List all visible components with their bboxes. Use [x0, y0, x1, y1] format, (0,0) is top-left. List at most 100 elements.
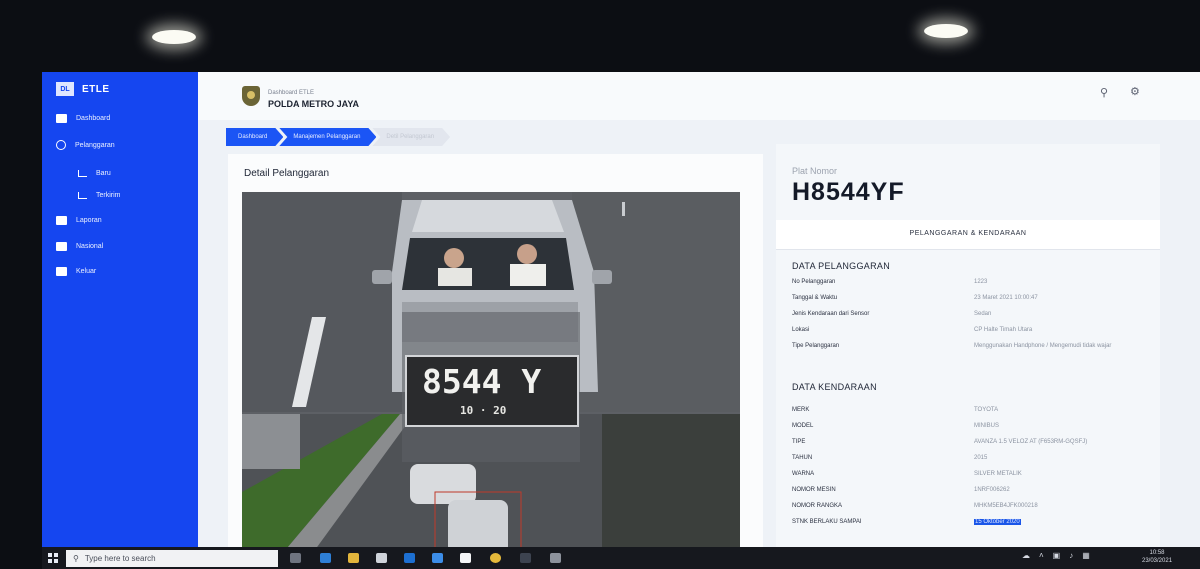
- sidebar-brand[interactable]: DL ETLE: [56, 82, 110, 96]
- row-key: MERK: [792, 407, 810, 413]
- sidebar-item-label: Baru: [96, 170, 111, 177]
- row-key: TAHUN: [792, 455, 813, 461]
- row-key: TIPE: [792, 439, 806, 445]
- tab-label: PELANGGARAN & KENDARAAN: [909, 230, 1027, 237]
- row-key: WARNA: [792, 471, 815, 477]
- row-value: 23 Maret 2021 10:00:47: [974, 295, 1038, 301]
- windows-taskbar: ⚲ Type here to search ☁ ˄ ▣ ♪ ▦ 10:58 23…: [42, 547, 1200, 569]
- logout-icon: [56, 267, 67, 276]
- plate-crop-small-text: 10 · 20: [460, 404, 507, 417]
- tree-icon: [78, 170, 87, 177]
- info-card: Plat Nomor H8544YF PELANGGARAN & KENDARA…: [776, 144, 1160, 552]
- taskbar-search-placeholder: Type here to search: [84, 554, 156, 563]
- row-value: Menggunakan Handphone / Mengemudi tidak …: [974, 343, 1112, 349]
- app-icon[interactable]: [520, 553, 531, 563]
- search-icon[interactable]: ⚲: [1100, 86, 1108, 99]
- settings-icon[interactable]: ⚙: [1130, 85, 1140, 98]
- sidebar-item-nasional[interactable]: Nasional: [56, 242, 103, 251]
- row-key: Tanggal & Waktu: [792, 295, 838, 301]
- sidebar-item-dashboard[interactable]: Dashboard: [56, 114, 110, 123]
- sidebar-item-label: Terkirim: [96, 192, 121, 199]
- sidebar-item-label: Dashboard: [76, 115, 111, 122]
- row-key: STNK BERLAKU SAMPAI: [792, 519, 862, 525]
- settings-icon[interactable]: [550, 553, 561, 563]
- violation-photo: 8544 Y 10 · 20: [242, 192, 740, 552]
- row-value: MINIBUS: [974, 423, 1000, 429]
- language-icon[interactable]: ▦: [1082, 551, 1090, 560]
- police-emblem-icon: [242, 86, 260, 106]
- system-tray: ☁ ˄ ▣ ♪ ▦: [1022, 551, 1090, 560]
- report-icon: [56, 216, 67, 225]
- row-value: 15 Oktober 2020: [974, 518, 1164, 526]
- header-subtitle: Dashboard ETLE: [268, 90, 315, 96]
- breadcrumb-dashboard[interactable]: Dashboard: [226, 128, 283, 146]
- row-value: AVANZA 1.5 VELOZ AT (F653RM-GQSFJ): [974, 439, 1088, 445]
- app-icon[interactable]: [460, 553, 471, 563]
- clock-date: 23/03/2021: [1142, 558, 1173, 564]
- detail-card: Detail Pelanggaran 8544 Y 10 · 20: [228, 154, 763, 552]
- sidebar-item-pelanggaran[interactable]: Pelanggaran: [56, 140, 115, 150]
- chrome-icon[interactable]: [490, 553, 501, 563]
- section-title-kendaraan: DATA KENDARAAN: [792, 382, 877, 392]
- ceiling-light: [152, 30, 196, 44]
- sidebar-item-keluar[interactable]: Keluar: [56, 267, 96, 276]
- row-value: MHKM5EB4JFK000218: [974, 503, 1038, 509]
- room-photo: DL ETLE Dashboard Pelanggaran Baru Terki…: [0, 0, 1200, 569]
- row-value: TOYOTA: [974, 407, 999, 413]
- row-key: Tipe Pelanggaran: [792, 343, 840, 349]
- tab-pelanggaran-kendaraan[interactable]: PELANGGARAN & KENDARAAN: [776, 220, 1160, 250]
- mail-icon[interactable]: [404, 553, 415, 563]
- sidebar-item-baru[interactable]: Baru: [78, 170, 111, 177]
- taskbar-search[interactable]: ⚲ Type here to search: [66, 550, 278, 567]
- plate-crop-text: 8544 Y: [422, 362, 542, 401]
- chevron-up-icon[interactable]: ˄: [1039, 551, 1044, 560]
- weather-icon[interactable]: ☁: [1022, 551, 1030, 560]
- row-key: NOMOR MESIN: [792, 487, 836, 493]
- row-key: Jenis Kendaraan dari Sensor: [792, 311, 870, 317]
- dropbox-icon[interactable]: [432, 553, 443, 563]
- sidebar-item-label: Keluar: [76, 268, 97, 275]
- detail-title: Detail Pelanggaran: [244, 168, 330, 179]
- row-key: No Pelanggaran: [792, 279, 836, 285]
- tree-icon: [78, 192, 87, 199]
- flag-icon: [56, 242, 67, 251]
- windows-start-icon[interactable]: [48, 553, 58, 563]
- sidebar: DL ETLE Dashboard Pelanggaran Baru Terki…: [42, 72, 198, 552]
- store-icon[interactable]: [376, 553, 387, 563]
- sidebar-item-label: Nasional: [76, 243, 104, 250]
- selected-text: 15 Oktober 2020: [974, 519, 1021, 525]
- row-value: 1223: [974, 279, 988, 285]
- plate-label: Plat Nomor: [792, 166, 838, 176]
- row-value: 2015: [974, 455, 988, 461]
- sidebar-item-label: Pelanggaran: [75, 141, 115, 149]
- task-view-icon[interactable]: [290, 553, 301, 563]
- row-value: SILVER METALIK: [974, 471, 1022, 477]
- top-header: Dashboard ETLE POLDA METRO JAYA ⚲ ⚙: [198, 72, 1200, 120]
- row-key: MODEL: [792, 423, 814, 429]
- row-key: Lokasi: [792, 327, 810, 333]
- clock[interactable]: 10:58 23/03/2021: [1142, 549, 1172, 565]
- app-name: ETLE: [82, 83, 110, 95]
- sidebar-item-laporan[interactable]: Laporan: [56, 216, 102, 225]
- breadcrumb-detail: Detil Pelanggaran: [372, 128, 450, 146]
- search-icon: ⚲: [73, 554, 79, 563]
- plate-number: H8544YF: [792, 178, 905, 206]
- volume-icon[interactable]: ♪: [1069, 551, 1073, 560]
- section-title-pelanggaran: DATA PELANGGARAN: [792, 261, 890, 271]
- breadcrumb-manajemen[interactable]: Manajemen Pelanggaran: [279, 128, 376, 146]
- breadcrumb: Dashboard Manajemen Pelanggaran Detil Pe…: [226, 128, 446, 146]
- row-value: Sedan: [974, 311, 992, 317]
- ceiling-light: [924, 24, 968, 38]
- row-key: NOMOR RANGKA: [792, 503, 843, 509]
- file-explorer-icon[interactable]: [348, 553, 359, 563]
- clock-time: 10:58: [1149, 550, 1165, 556]
- header-title: POLDA METRO JAYA: [268, 99, 360, 109]
- edge-icon[interactable]: [320, 553, 331, 563]
- sidebar-item-terkirim[interactable]: Terkirim: [78, 192, 121, 199]
- circle-icon: [56, 140, 66, 150]
- row-value: 1NRF006262: [974, 487, 1010, 493]
- app-logo: DL: [56, 82, 74, 96]
- sidebar-item-label: Laporan: [76, 217, 102, 224]
- grid-icon: [56, 114, 67, 123]
- network-icon[interactable]: ▣: [1053, 551, 1061, 560]
